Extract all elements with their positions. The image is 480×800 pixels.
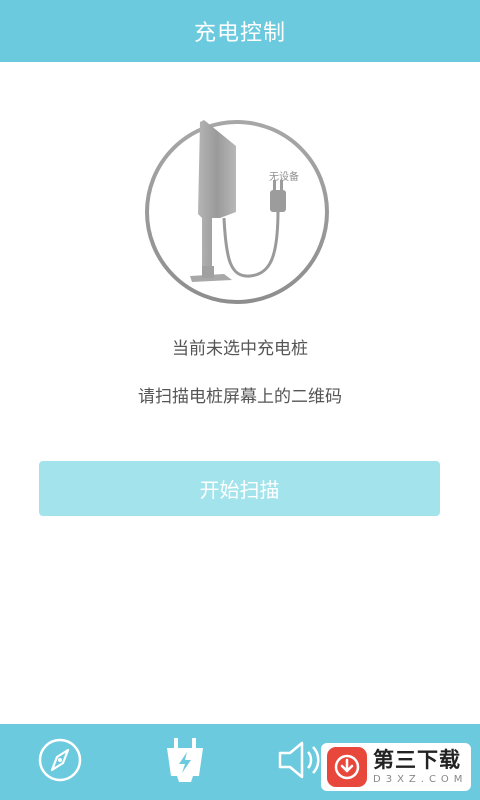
download-logo-icon	[327, 747, 367, 787]
tab-charge[interactable]	[135, 724, 235, 800]
instruction-message: 请扫描电桩屏幕上的二维码	[138, 387, 342, 407]
device-status-label: 无设备	[269, 172, 299, 183]
watermark-badge: 第三下载 D3XZ.COM	[321, 743, 471, 791]
watermark-text: 第三下载 D3XZ.COM	[373, 747, 468, 785]
speaker-icon	[276, 738, 324, 786]
status-message: 当前未选中充电桩	[172, 339, 308, 359]
charging-plug-icon	[163, 736, 207, 788]
app-header: 充电控制	[0, 0, 480, 62]
watermark-sub: D3XZ.COM	[373, 773, 468, 785]
watermark-main: 第三下载	[373, 747, 461, 772]
start-scan-button[interactable]: 开始扫描	[39, 461, 440, 516]
charging-pile-illustration	[138, 118, 336, 306]
tab-discover[interactable]	[10, 724, 110, 800]
page-title: 充电控制	[193, 21, 286, 46]
compass-icon	[37, 737, 83, 787]
